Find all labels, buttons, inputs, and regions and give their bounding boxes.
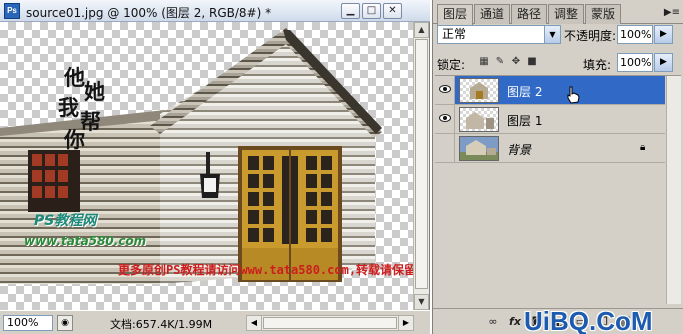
lock-transparency-icon[interactable]: ▦	[477, 55, 491, 69]
layer-name: 图层 2	[507, 85, 543, 99]
document-title: source01.jpg @ 100% (图层 2, RGB/8#) *	[26, 6, 272, 20]
fill-slider-icon[interactable]: ▶	[654, 53, 673, 72]
scroll-thumb[interactable]	[263, 317, 397, 329]
close-button[interactable]: ✕	[383, 3, 402, 19]
document-titlebar[interactable]: Ps source01.jpg @ 100% (图层 2, RGB/8#) * …	[0, 0, 430, 22]
tab-layers[interactable]: 图层	[437, 4, 474, 25]
tab-paths[interactable]: 路径	[511, 4, 548, 24]
scroll-thumb[interactable]	[415, 39, 428, 289]
tab-masks[interactable]: 蒙版	[585, 4, 622, 24]
tab-channels[interactable]: 通道	[474, 4, 511, 24]
layer-name: 背景	[507, 143, 532, 157]
layer-list-scrollbar[interactable]	[666, 76, 681, 304]
calligraphy-char: 我	[58, 95, 79, 120]
canvas[interactable]: 他 她 我 帮 你 PS教程网 www.tata580.com 更多原创PS教程…	[0, 22, 413, 310]
lock-icon: 🔒︎	[640, 142, 646, 153]
layer-row[interactable]: 图层 1	[435, 105, 665, 134]
hand-cursor-icon	[567, 86, 580, 104]
blend-mode-select[interactable]: 正常 ▼	[437, 25, 561, 44]
chevron-down-icon[interactable]: ▼	[544, 26, 560, 43]
visibility-toggle[interactable]	[435, 76, 455, 104]
site-logo: UiBQ.CoM	[524, 306, 653, 334]
scroll-right-icon[interactable]: ▶	[398, 316, 413, 330]
calligraphy-logo: 他 她 我 帮 你	[40, 62, 120, 172]
visibility-toggle[interactable]	[435, 105, 455, 133]
layer-name: 图层 1	[507, 114, 543, 128]
lock-move-icon[interactable]: ✥	[509, 55, 523, 69]
layer-row[interactable]: 背景 🔒︎	[435, 134, 665, 163]
tab-adjustments[interactable]: 调整	[548, 4, 585, 24]
copyright-banner: 更多原创PS教程请访问www.tata580.com,转载请保留链接!	[118, 263, 413, 277]
document-size: 文档:657.4K/1.99M	[110, 318, 213, 331]
visibility-toggle[interactable]	[435, 134, 455, 162]
opacity-input[interactable]: 100%	[617, 25, 653, 44]
fill-input[interactable]: 100%	[617, 53, 653, 72]
ps-tutorial-watermark: PS教程网	[34, 213, 97, 229]
lock-brush-icon[interactable]: ✎	[493, 55, 507, 69]
fx-icon[interactable]: fx	[507, 314, 523, 330]
layer-list: 图层 2 图层 1 背景 🔒︎	[435, 75, 681, 305]
layer-thumbnail	[459, 107, 499, 132]
calligraphy-char: 她	[84, 79, 105, 104]
layer-thumbnail	[459, 78, 499, 103]
fill-label: 填充:	[583, 58, 612, 72]
scroll-down-icon[interactable]: ▼	[414, 294, 429, 310]
lock-all-icon[interactable]: ■	[525, 55, 539, 69]
status-menu-icon[interactable]: ◉	[57, 315, 73, 331]
scroll-up-icon[interactable]: ▲	[414, 22, 429, 38]
calligraphy-char: 他	[64, 65, 85, 90]
layer-thumbnail	[459, 136, 499, 161]
eye-icon	[439, 85, 451, 93]
minimize-button[interactable]: ▁	[341, 3, 360, 19]
link-icon[interactable]: ∞	[485, 314, 501, 330]
opacity-label: 不透明度:	[564, 29, 617, 43]
blend-mode-value: 正常	[442, 27, 467, 41]
vertical-scrollbar[interactable]: ▲ ▼	[413, 22, 429, 310]
opacity-slider-icon[interactable]: ▶	[654, 25, 673, 44]
panel-menu-icon[interactable]: ▶≡	[664, 7, 680, 18]
status-bar: 100% ◉ 文档:657.4K/1.99M ◀ ▶	[0, 310, 430, 334]
site-url-watermark: www.tata580.com	[24, 234, 147, 248]
document-window: Ps source01.jpg @ 100% (图层 2, RGB/8#) * …	[0, 0, 430, 334]
maximize-button[interactable]: □	[362, 3, 381, 19]
zoom-input[interactable]: 100%	[3, 315, 53, 331]
layer-row[interactable]: 图层 2	[435, 76, 665, 105]
lock-label: 锁定:	[437, 58, 466, 72]
photoshop-icon: Ps	[4, 3, 20, 19]
scroll-left-icon[interactable]: ◀	[247, 316, 262, 330]
calligraphy-char: 你	[64, 127, 85, 152]
horizontal-scrollbar[interactable]: ◀ ▶	[246, 315, 414, 331]
layers-panel: 图层 通道 路径 调整 蒙版 ▶≡ 正常 ▼ 不透明度: 100% ▶ 锁定: …	[432, 0, 683, 334]
eye-icon	[439, 114, 451, 122]
panel-tabs: 图层 通道 路径 调整 蒙版 ▶≡	[433, 4, 683, 25]
